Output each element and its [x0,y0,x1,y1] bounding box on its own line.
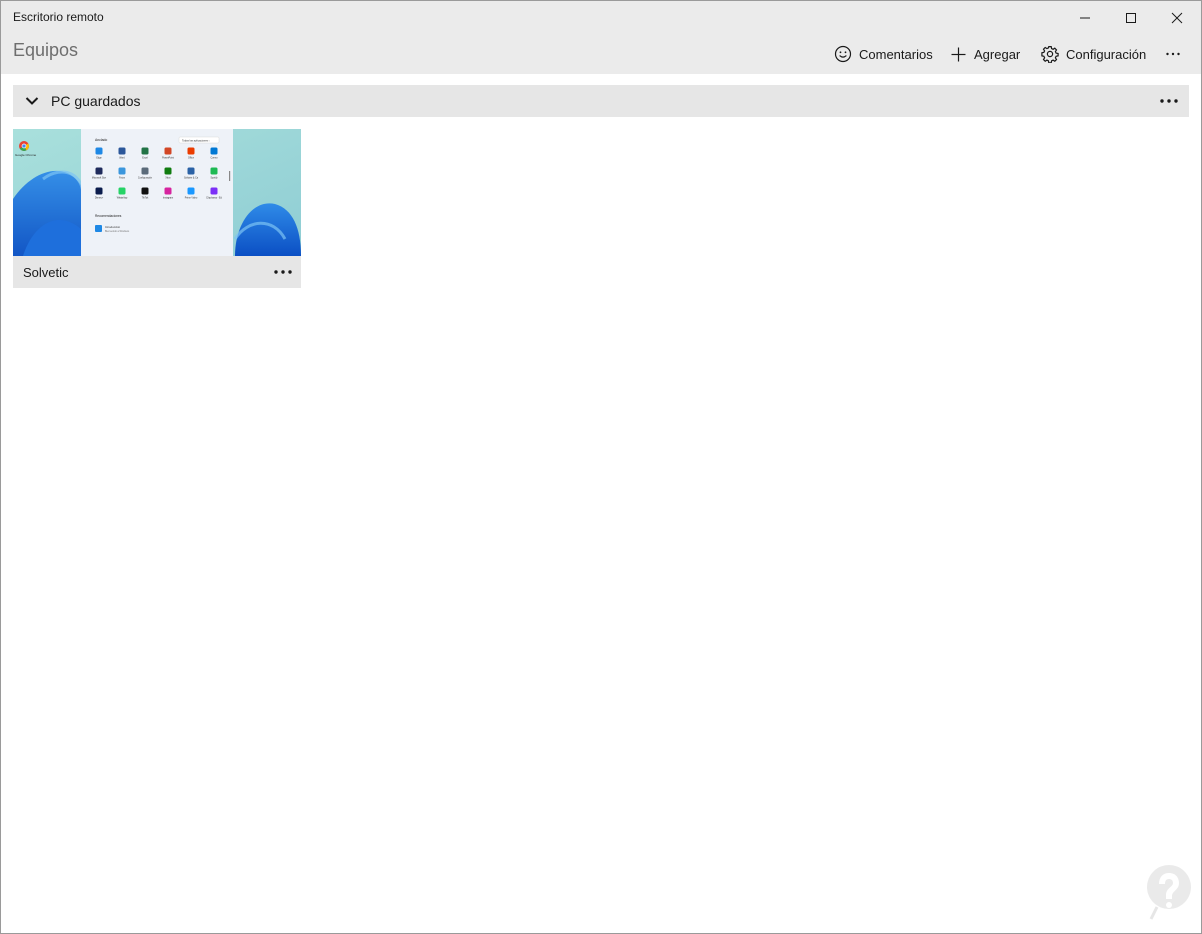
thumbnail-app-icon [187,187,195,195]
thumbnail-app-label: Disney+ [95,198,104,200]
thumbnail-app-icon [118,187,126,195]
thumbnail-app-icon [141,187,149,195]
thumbnail-app-icon [187,167,195,175]
svg-text:Anclado: Anclado [95,138,107,142]
thumbnail-app-icon [210,187,218,195]
thumbnail-app-label: PowerPoint [162,157,174,160]
thumbnail-app-label: Configuración [138,177,153,180]
svg-text:Introducción: Introducción [105,225,121,229]
settings-button[interactable]: Configuración [1041,42,1146,66]
add-label: Agregar [974,46,1021,62]
thumbnail-app-label: Microsoft Stor [92,177,106,180]
thumbnail-app-icon [210,147,218,155]
command-header: Equipos Comentarios Agregar Configuració… [1,34,1201,74]
thumbnail-app-icon [95,147,103,155]
thumbnail-app-icon [187,147,195,155]
thumbnail-app-icon [164,187,172,195]
add-button[interactable]: Agregar [950,42,1020,66]
saved-pcs-group-header[interactable]: PC guardados [13,85,1189,117]
thumbnail-app-icon [118,167,126,175]
thumbnail-app-label: Fotos [119,177,126,180]
thumbnail-app-icon [95,167,103,175]
thumbnail-app-label: TikTok [142,198,149,200]
gear-icon [1041,46,1059,63]
solvetic-watermark-logo [1147,865,1191,920]
svg-text:Todas las aplicaciones ›: Todas las aplicaciones › [182,139,210,143]
pc-more-button[interactable] [271,263,295,281]
plus-icon [951,47,966,61]
smiley-icon [834,45,852,63]
svg-text:Google Chrome: Google Chrome [15,153,37,157]
maximize-icon [1126,12,1136,23]
feedback-button[interactable]: Comentarios [834,42,933,66]
svg-text:Bienvenido a Windows: Bienvenido a Windows [105,230,130,233]
svg-text:Recomendaciones: Recomendaciones [95,214,122,218]
thumbnail-app-label: Solitaire & Ca [184,177,199,180]
thumbnail-app-icon [141,147,149,155]
thumbnail-app-icon [141,167,149,175]
close-icon [1171,12,1183,23]
thumbnail-app-icon [164,167,172,175]
thumbnail-app-label: Correo [210,157,218,160]
minimize-button[interactable] [1062,1,1108,34]
chevron-down-icon[interactable] [25,94,39,108]
more-options-button[interactable] [1164,42,1189,66]
more-icon [1166,52,1180,56]
group-label: PC guardados [51,93,141,109]
feedback-label: Comentarios [859,46,933,62]
close-button[interactable] [1154,1,1200,34]
more-icon [1160,99,1178,103]
remote-desktop-preview: Google Chrome Anclado Todas las aplicaci… [13,129,301,256]
thumbnail-app-label: Clipchamp - Ed [206,198,222,200]
minimize-icon [1080,17,1090,18]
thumbnail-app-label: Edge [96,158,102,160]
thumbnail-app-label: WhatsApp [117,197,128,200]
pc-name: Solvetic [23,265,69,280]
app-window: Escritorio remoto Equipos Comentarios Ag… [0,0,1202,934]
thumbnail-app-icon [118,147,126,155]
thumbnail-app-label: Instagram [163,197,173,200]
thumbnail-app-icon [164,147,172,155]
maximize-button[interactable] [1108,1,1154,34]
thumbnail-app-label: Office [188,158,195,160]
thumbnail-app-label: Prime Video [185,197,198,200]
thumbnail-app-icon [210,167,218,175]
pc-tile-solvetic[interactable]: Google Chrome Anclado Todas las aplicaci… [13,129,301,288]
page-title: Equipos [13,40,79,60]
pc-thumbnail[interactable]: Google Chrome Anclado Todas las aplicaci… [13,129,301,256]
more-icon [274,270,292,274]
thumbnail-app-label: Word [119,157,125,160]
thumbnail-app-icon [95,187,103,195]
chrome-icon [19,141,29,151]
window-title: Escritorio remoto [13,10,104,24]
thumbnail-app-label: Xbox [165,178,171,180]
settings-label: Configuración [1066,46,1147,62]
title-bar[interactable]: Escritorio remoto [1,1,1201,34]
thumbnail-app-label: Spotify [210,177,218,180]
thumbnail-app-label: Excel [142,158,148,160]
group-more-button[interactable] [1157,91,1181,111]
